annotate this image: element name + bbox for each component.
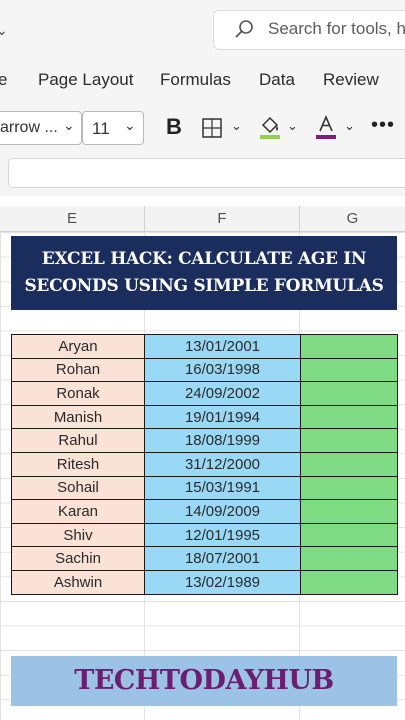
formula-input[interactable] xyxy=(8,158,405,188)
table-row: Rohan 16/03/1998 xyxy=(11,357,398,383)
chevron-down-icon[interactable]: ⌄ xyxy=(287,118,298,134)
table-row: Karan 14/09/2009 xyxy=(11,499,398,524)
name-cell[interactable]: Manish xyxy=(11,404,145,430)
age-seconds-cell[interactable] xyxy=(300,428,398,453)
age-seconds-cell[interactable] xyxy=(300,569,398,595)
font-size-value: 11 xyxy=(92,119,110,138)
column-header-e[interactable]: E xyxy=(0,206,145,232)
age-seconds-cell[interactable] xyxy=(300,451,398,477)
table-row: Ashwin 13/02/1989 xyxy=(11,569,398,595)
name-cell[interactable]: Aryan xyxy=(11,334,145,359)
table-row: Manish 19/01/1994 xyxy=(11,404,398,430)
table-row: Sachin 18/07/2001 xyxy=(11,546,398,571)
chevron-down-icon[interactable]: ⌄ xyxy=(63,117,75,134)
name-cell[interactable]: Ashwin xyxy=(11,569,145,595)
age-seconds-cell[interactable] xyxy=(300,522,398,548)
dob-cell[interactable]: 15/03/1991 xyxy=(144,475,301,501)
search-placeholder[interactable]: Search for tools, h xyxy=(268,19,405,39)
column-header-f[interactable]: F xyxy=(145,206,300,232)
name-cell[interactable]: Ritesh xyxy=(11,451,145,477)
search-icon xyxy=(235,20,253,38)
column-header-g[interactable]: G xyxy=(300,206,405,232)
table-row: Sohail 15/03/1991 xyxy=(11,475,398,501)
brand-footer[interactable]: TECHTODAYHUB xyxy=(11,656,397,706)
name-cell[interactable]: Sohail xyxy=(11,475,145,501)
age-seconds-cell[interactable] xyxy=(300,475,398,501)
dob-cell[interactable]: 13/01/2001 xyxy=(144,334,301,359)
dob-cell[interactable]: 12/01/1995 xyxy=(144,522,301,548)
font-color-icon[interactable] xyxy=(314,114,338,140)
table-row: Shiv 12/01/1995 xyxy=(11,522,398,548)
chevron-down-icon[interactable]: ⌄ xyxy=(344,118,355,134)
dob-cell[interactable]: 16/03/1998 xyxy=(144,357,301,383)
data-table: Aryan 13/01/2001 Rohan 16/03/1998 Ronak 24/09… xyxy=(11,334,398,595)
dob-cell[interactable]: 14/09/2009 xyxy=(144,499,301,524)
borders-icon[interactable] xyxy=(201,117,223,139)
tab-review[interactable]: Review xyxy=(323,70,379,90)
chevron-down-icon[interactable]: ⌄ xyxy=(231,118,242,134)
age-seconds-cell[interactable] xyxy=(300,357,398,383)
table-row: Ritesh 31/12/2000 xyxy=(11,451,398,477)
dob-cell[interactable]: 18/07/2001 xyxy=(144,546,301,571)
table-row: Aryan 13/01/2001 xyxy=(11,334,398,359)
banner-line-2: SECONDS USING SIMPLE FORMULAS xyxy=(24,276,384,296)
age-seconds-cell[interactable] xyxy=(300,499,398,524)
chevron-down-icon[interactable]: ⌄ xyxy=(124,117,136,134)
age-seconds-cell[interactable] xyxy=(300,381,398,406)
tab-page-layout[interactable]: Page Layout xyxy=(38,70,133,90)
banner-line-1: EXCEL HACK: CALCULATE AGE IN xyxy=(41,249,367,269)
more-options-icon[interactable]: ••• xyxy=(371,114,395,137)
bold-button[interactable]: B xyxy=(166,114,182,140)
tab-data[interactable]: Data xyxy=(259,70,295,90)
dob-cell[interactable]: 31/12/2000 xyxy=(144,451,301,477)
dob-cell[interactable]: 24/09/2002 xyxy=(144,381,301,406)
tab-home[interactable]: e xyxy=(0,70,7,90)
age-seconds-cell[interactable] xyxy=(300,334,398,359)
tab-formulas[interactable]: Formulas xyxy=(160,70,231,90)
dob-cell[interactable]: 19/01/1994 xyxy=(144,404,301,430)
name-cell[interactable]: Shiv xyxy=(11,522,145,548)
name-cell[interactable]: Rahul xyxy=(11,428,145,453)
name-cell[interactable]: Rohan xyxy=(11,357,145,383)
age-seconds-cell[interactable] xyxy=(300,404,398,430)
dob-cell[interactable]: 18/08/1999 xyxy=(144,428,301,453)
title-banner[interactable]: EXCEL HACK: CALCULATE AGE IN SECONDS USI… xyxy=(11,236,397,310)
table-row: Rahul 18/08/1999 xyxy=(11,428,398,453)
name-cell[interactable]: Karan xyxy=(11,499,145,524)
table-row: Ronak 24/09/2002 xyxy=(11,381,398,406)
chevron-down-icon[interactable]: ⌄ xyxy=(0,22,8,39)
age-seconds-cell[interactable] xyxy=(300,546,398,571)
dob-cell[interactable]: 13/02/1989 xyxy=(144,569,301,595)
name-cell[interactable]: Ronak xyxy=(11,381,145,406)
fill-color-icon[interactable] xyxy=(258,114,282,140)
font-name-value: arrow ... xyxy=(0,119,58,136)
name-cell[interactable]: Sachin xyxy=(11,546,145,571)
